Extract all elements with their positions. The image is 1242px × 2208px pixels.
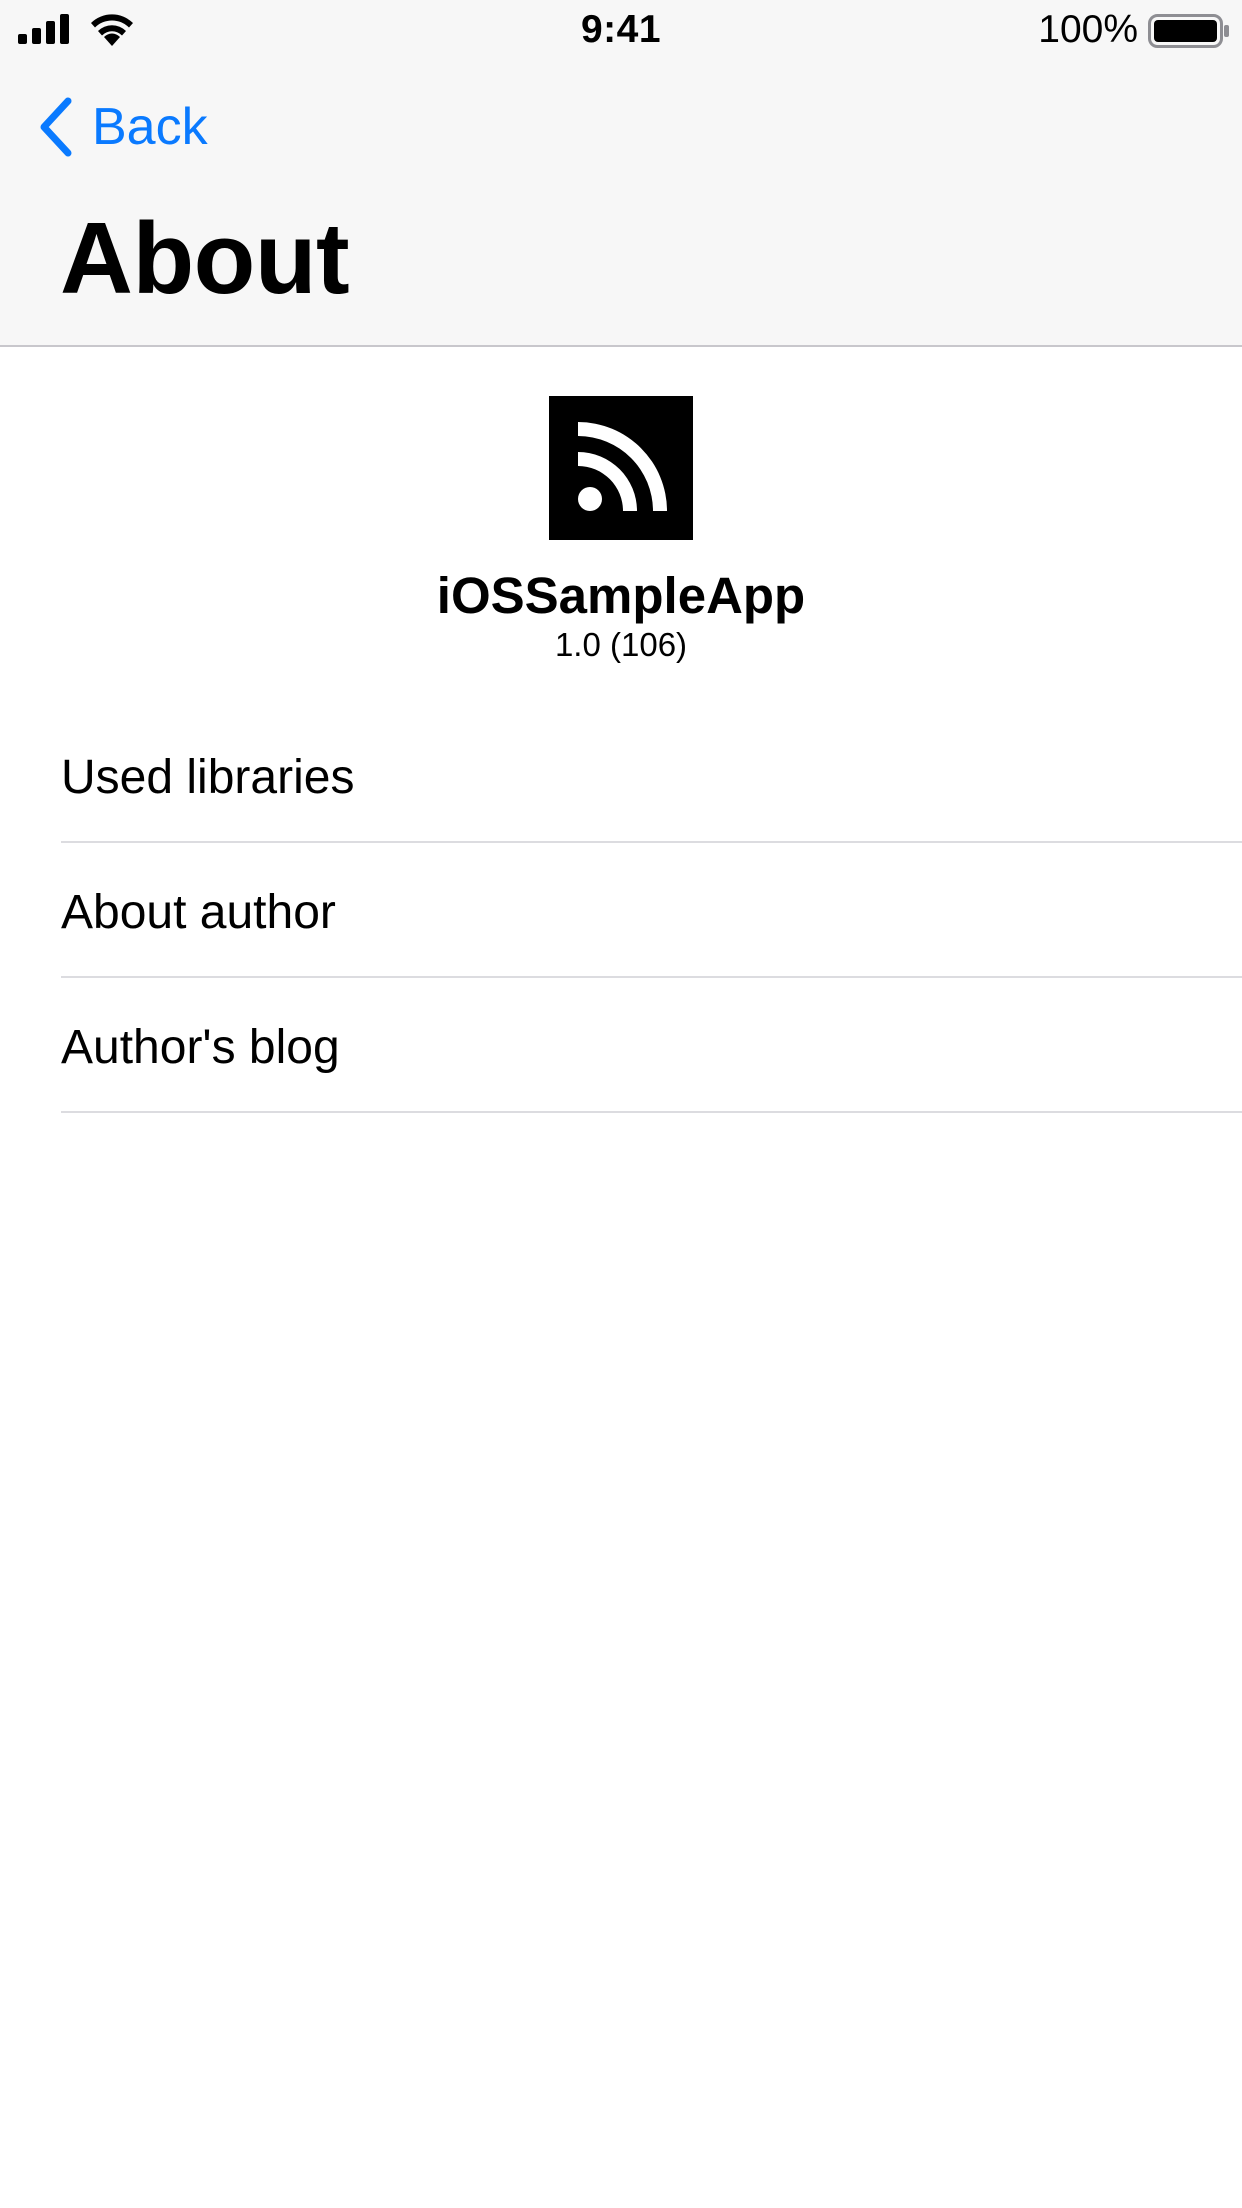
- used-libraries-row[interactable]: Used libraries: [0, 708, 1242, 843]
- about-author-row[interactable]: About author: [0, 843, 1242, 978]
- menu-row-label: Used libraries: [61, 751, 355, 804]
- battery-full-icon: [1148, 14, 1229, 48]
- row-separator: [61, 1111, 1242, 1113]
- status-bar: 9:41 100%: [0, 0, 1242, 62]
- app-name: iOSSampleApp: [436, 567, 806, 624]
- about-screen: 9:41 100% Back About iOSSampleApp 1.0 (1…: [0, 0, 1242, 2208]
- rss-feed-icon: [549, 396, 693, 540]
- about-menu-list: Used libraries About author Author's blo…: [0, 708, 1242, 1113]
- navigation-bar: Back About: [0, 62, 1242, 347]
- back-button[interactable]: Back: [36, 94, 208, 160]
- app-version: 1.0 (106): [554, 626, 688, 663]
- back-label: Back: [92, 98, 208, 156]
- menu-row-label: About author: [61, 886, 336, 939]
- battery-percent: 100%: [1038, 8, 1138, 51]
- chevron-left-icon: [40, 97, 72, 157]
- authors-blog-row[interactable]: Author's blog: [0, 978, 1242, 1113]
- menu-row-label: Author's blog: [61, 1021, 340, 1074]
- page-title: About: [60, 203, 350, 315]
